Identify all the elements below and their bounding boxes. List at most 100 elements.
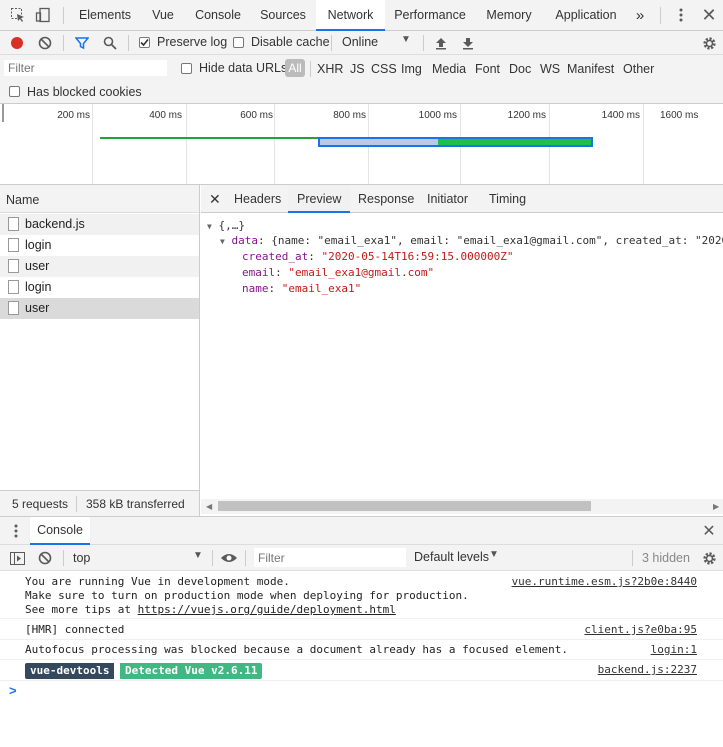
- chevron-down-icon[interactable]: ▼: [489, 549, 499, 560]
- device-toolbar-icon[interactable]: [33, 5, 53, 25]
- tab-vue[interactable]: Vue: [142, 0, 184, 31]
- filter-type-js[interactable]: JS: [350, 62, 365, 76]
- console-input[interactable]: [25, 683, 715, 741]
- timeline-tick: 200 ms: [57, 110, 90, 121]
- kebab-menu-icon[interactable]: [671, 5, 691, 25]
- filter-type-css[interactable]: CSS: [371, 62, 397, 76]
- console-message-text: Autofocus processing was blocked because…: [25, 643, 569, 656]
- chevron-down-icon[interactable]: ▼: [401, 34, 411, 45]
- document-icon: [8, 238, 19, 252]
- tab-initiator[interactable]: Initiator: [427, 185, 468, 213]
- tab-console[interactable]: Console: [188, 0, 248, 31]
- hide-data-urls-checkbox[interactable]: [181, 63, 192, 74]
- network-filter-bar: Hide data URLs All XHR JS CSS Img Media …: [0, 55, 723, 104]
- clear-console-icon[interactable]: [35, 548, 55, 568]
- sidebar-toggle-icon[interactable]: [7, 548, 27, 568]
- filter-type-other[interactable]: Other: [623, 62, 654, 76]
- console-settings-gear-icon[interactable]: [699, 548, 719, 568]
- network-filter-input[interactable]: [3, 59, 168, 77]
- settings-gear-icon[interactable]: [699, 33, 719, 53]
- filter-type-media[interactable]: Media: [432, 62, 466, 76]
- timeline-tick: 1600 ms: [660, 110, 699, 121]
- source-link[interactable]: login:1: [651, 643, 697, 656]
- tab-memory[interactable]: Memory: [478, 0, 540, 31]
- console-toolbar: top ▼ Default levels ▼ 3 hidden: [0, 545, 723, 571]
- tab-timing[interactable]: Timing: [489, 185, 526, 213]
- timeline-selected-bar: [318, 137, 593, 147]
- disable-cache-label[interactable]: Disable cache: [251, 35, 330, 49]
- name-column-header[interactable]: Name: [6, 193, 39, 207]
- close-devtools-icon[interactable]: ✕: [699, 5, 719, 25]
- live-expression-eye-icon[interactable]: [219, 548, 239, 568]
- timeline-tick: 1200 ms: [507, 110, 546, 121]
- timeline-tick: 800 ms: [333, 110, 366, 121]
- source-link[interactable]: vue.runtime.esm.js?2b0e:8440: [512, 575, 697, 588]
- tab-sources[interactable]: Sources: [252, 0, 314, 31]
- drawer-tab-console[interactable]: Console: [30, 517, 90, 545]
- console-message: vue-devtools Detected Vue v2.6.11 backen…: [0, 660, 723, 681]
- json-data-node[interactable]: ▼ data: {name: "email_exa1", email: "ema…: [220, 234, 723, 247]
- chevron-down-icon[interactable]: ▼: [193, 550, 203, 561]
- console-message-text: You are running Vue in development mode.…: [25, 575, 469, 616]
- clear-icon[interactable]: [35, 33, 55, 53]
- context-select[interactable]: top: [73, 551, 90, 565]
- more-tabs-icon[interactable]: »: [630, 0, 650, 31]
- disable-cache-checkbox[interactable]: [233, 37, 244, 48]
- has-blocked-cookies-checkbox[interactable]: [9, 86, 20, 97]
- request-row[interactable]: backend.js: [0, 214, 199, 235]
- tab-preview[interactable]: Preview: [288, 185, 351, 213]
- scrollbar-thumb[interactable]: [218, 501, 591, 511]
- request-row[interactable]: user: [0, 256, 199, 277]
- console-prompt[interactable]: >: [9, 683, 17, 698]
- tab-network[interactable]: Network: [316, 0, 385, 31]
- timeline-tick: 1000 ms: [418, 110, 457, 121]
- filter-type-manifest[interactable]: Manifest: [567, 62, 614, 76]
- record-icon[interactable]: [7, 33, 27, 53]
- close-drawer-icon[interactable]: ✕: [699, 521, 719, 541]
- transferred-size: 358 kB transferred: [86, 497, 185, 511]
- log-levels-select[interactable]: Default levels: [414, 550, 489, 564]
- source-link[interactable]: backend.js:2237: [598, 663, 697, 676]
- deployment-guide-link[interactable]: https://vuejs.org/guide/deployment.html: [138, 603, 396, 616]
- filter-type-all[interactable]: All: [285, 59, 305, 77]
- console-message: Autofocus processing was blocked because…: [0, 640, 723, 660]
- preserve-log-label[interactable]: Preserve log: [157, 35, 227, 49]
- requests-list: Name backend.js login user login user 5 …: [0, 185, 200, 516]
- devtools-tabbar: Elements Vue Console Sources Network Per…: [0, 0, 723, 31]
- export-har-icon[interactable]: [458, 33, 478, 53]
- timeline-tick: 400 ms: [149, 110, 182, 121]
- timeline-tick: 600 ms: [240, 110, 273, 121]
- tab-application[interactable]: Application: [547, 0, 625, 31]
- request-row-selected[interactable]: user: [0, 298, 199, 319]
- tab-performance[interactable]: Performance: [388, 0, 472, 31]
- filter-icon[interactable]: [72, 33, 92, 53]
- tab-elements[interactable]: Elements: [72, 0, 138, 31]
- filter-type-font[interactable]: Font: [475, 62, 500, 76]
- console-filter-input[interactable]: [254, 548, 406, 567]
- request-detail-pane: ✕ Headers Preview Response Initiator Tim…: [201, 185, 723, 516]
- hidden-count: 3 hidden: [642, 551, 690, 565]
- filter-type-ws[interactable]: WS: [540, 62, 560, 76]
- filter-type-img[interactable]: Img: [401, 62, 422, 76]
- close-detail-icon[interactable]: ✕: [209, 185, 221, 213]
- horizontal-scrollbar[interactable]: ◀ ▶: [201, 499, 723, 514]
- request-row[interactable]: login: [0, 277, 199, 298]
- throttling-select[interactable]: Online: [342, 35, 378, 49]
- tab-headers[interactable]: Headers: [234, 185, 281, 213]
- source-link[interactable]: client.js?e0ba:95: [584, 623, 697, 636]
- search-icon[interactable]: [100, 33, 120, 53]
- json-root[interactable]: ▼ {,…}: [207, 219, 245, 232]
- request-row[interactable]: login: [0, 235, 199, 256]
- import-har-icon[interactable]: [431, 33, 451, 53]
- preserve-log-checkbox[interactable]: [139, 37, 150, 48]
- hide-data-urls-label[interactable]: Hide data URLs: [199, 61, 287, 75]
- filter-type-xhr[interactable]: XHR: [317, 62, 343, 76]
- document-icon: [8, 301, 19, 315]
- network-overview-timeline[interactable]: 200 ms 400 ms 600 ms 800 ms 1000 ms 1200…: [0, 104, 723, 185]
- has-blocked-cookies-label[interactable]: Has blocked cookies: [27, 85, 142, 99]
- inspect-element-icon[interactable]: [8, 5, 28, 25]
- drawer-menu-icon[interactable]: [6, 521, 26, 541]
- console-message: [HMR] connected client.js?e0ba:95: [0, 620, 723, 640]
- filter-type-doc[interactable]: Doc: [509, 62, 531, 76]
- tab-response[interactable]: Response: [358, 185, 414, 213]
